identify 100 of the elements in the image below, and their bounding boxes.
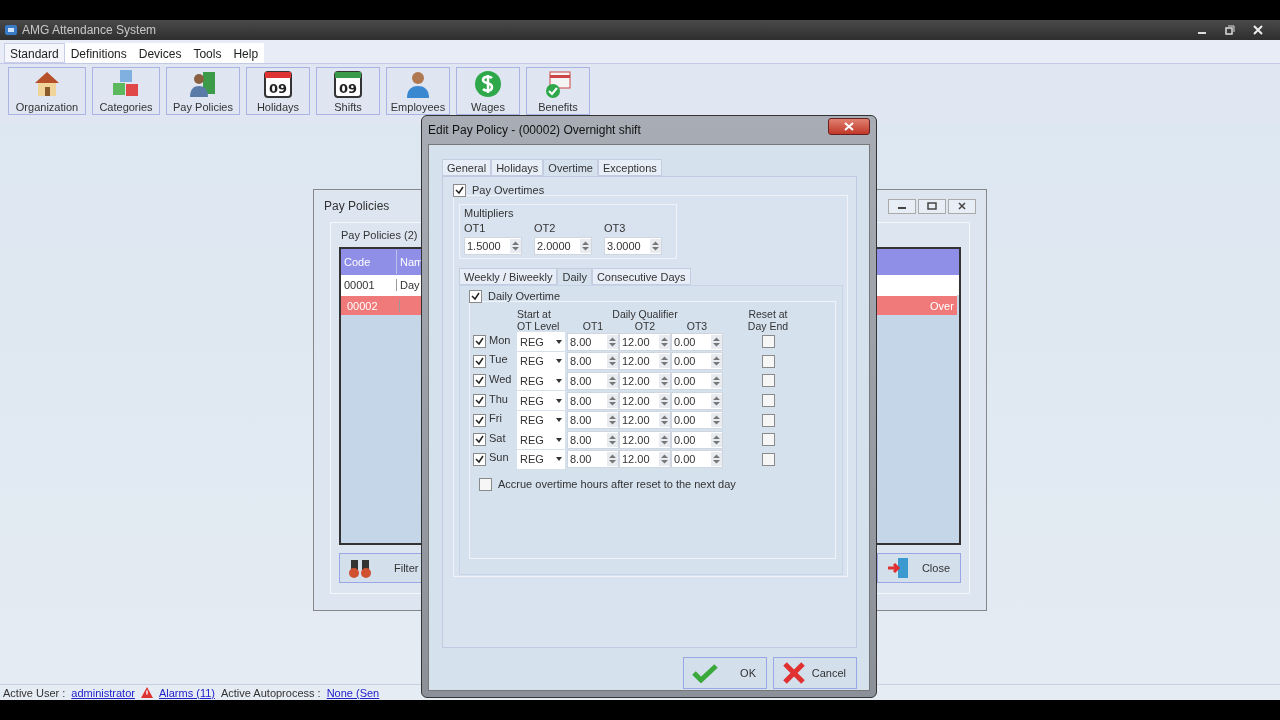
spin-arrows-icon[interactable] — [711, 334, 722, 349]
toolbar-button[interactable]: Organization — [8, 67, 86, 115]
checkbox[interactable] — [453, 183, 466, 197]
spin-field[interactable]: 0.00 — [671, 391, 723, 410]
spin-field[interactable]: 1.5000 — [464, 237, 522, 255]
spin-field[interactable]: 0.00 — [671, 352, 723, 371]
tab[interactable]: Consecutive Days — [591, 268, 691, 285]
menu-tab[interactable]: Help — [227, 43, 265, 63]
dropdown-field[interactable]: REG — [517, 410, 565, 430]
spin-field[interactable]: 8.00 — [567, 352, 619, 371]
checkbox[interactable] — [473, 354, 486, 368]
spin-arrows-icon[interactable] — [607, 413, 618, 428]
dropdown-field[interactable]: REG — [517, 351, 565, 371]
spin-field[interactable]: 8.00 — [567, 332, 619, 351]
close-button[interactable] — [948, 198, 976, 214]
spin-field[interactable]: 8.00 — [567, 450, 619, 469]
menu-tab[interactable]: Tools — [187, 43, 228, 63]
checkbox[interactable] — [761, 335, 775, 349]
spin-arrows-icon[interactable] — [607, 452, 618, 467]
toolbar-button[interactable]: 09 Holidays — [246, 67, 310, 115]
spin-field[interactable]: 3.0000 — [604, 237, 662, 255]
close-button[interactable]: Close — [877, 553, 961, 583]
close-button[interactable] — [828, 118, 870, 135]
tab[interactable]: Daily — [557, 268, 592, 285]
spin-arrows-icon[interactable] — [607, 334, 618, 349]
cancel-button[interactable]: Cancel — [773, 657, 857, 689]
spin-field[interactable]: 12.00 — [619, 352, 671, 371]
checkbox[interactable] — [473, 374, 486, 388]
toolbar-button[interactable]: Employees — [386, 67, 450, 115]
spin-arrows-icon[interactable] — [659, 413, 670, 428]
checkbox[interactable] — [761, 394, 775, 408]
menu-tab[interactable]: Devices — [132, 43, 188, 63]
spin-field[interactable]: 0.00 — [671, 411, 723, 430]
spin-field[interactable]: 8.00 — [567, 411, 619, 430]
checkbox[interactable] — [473, 452, 486, 466]
spin-arrows-icon[interactable] — [659, 374, 670, 388]
dropdown-field[interactable]: REG — [517, 332, 565, 352]
checkbox[interactable] — [761, 374, 775, 388]
spin-arrows-icon[interactable] — [659, 393, 670, 408]
checkbox[interactable] — [473, 335, 486, 349]
dropdown-field[interactable]: REG — [517, 391, 565, 411]
toolbar-button[interactable]: 09 Shifts — [316, 67, 380, 115]
spin-arrows-icon[interactable] — [711, 354, 722, 369]
spin-field[interactable]: 8.00 — [567, 372, 619, 390]
spin-field[interactable]: 12.00 — [619, 450, 671, 469]
spin-field[interactable]: 2.0000 — [534, 237, 592, 255]
spin-field[interactable]: 12.00 — [619, 332, 671, 351]
spin-arrows-icon[interactable] — [659, 432, 670, 447]
checkbox[interactable] — [761, 413, 775, 427]
checkbox[interactable] — [473, 413, 486, 427]
spin-arrows-icon[interactable] — [711, 393, 722, 408]
spin-field[interactable]: 12.00 — [619, 372, 671, 390]
spin-arrows-icon[interactable] — [650, 239, 661, 253]
spin-arrows-icon[interactable] — [607, 432, 618, 447]
tab[interactable]: Overtime — [543, 159, 598, 176]
spin-arrows-icon[interactable] — [711, 374, 722, 388]
spin-field[interactable]: 0.00 — [671, 450, 723, 469]
dropdown-field[interactable]: REG — [517, 449, 565, 469]
maximize-button[interactable] — [918, 198, 946, 214]
spin-arrows-icon[interactable] — [659, 334, 670, 349]
restore-icon[interactable] — [1224, 24, 1236, 36]
spin-field[interactable]: 12.00 — [619, 430, 671, 449]
toolbar-button[interactable]: Pay Policies — [166, 67, 240, 115]
checkbox[interactable] — [469, 289, 482, 303]
checkbox[interactable] — [761, 433, 775, 447]
spin-arrows-icon[interactable] — [580, 239, 591, 253]
user-link[interactable]: administrator — [71, 686, 135, 699]
menu-tab[interactable]: Definitions — [64, 43, 133, 63]
tab[interactable]: General — [442, 159, 492, 176]
checkbox[interactable] — [761, 354, 775, 368]
minimize-button[interactable] — [888, 198, 916, 214]
toolbar-button[interactable]: Benefits — [526, 67, 590, 115]
menu-tab[interactable]: Standard — [4, 43, 65, 63]
spin-field[interactable]: 12.00 — [619, 391, 671, 410]
tab[interactable]: Holidays — [491, 159, 544, 176]
dropdown-field[interactable]: REG — [517, 430, 565, 450]
autoprocess-link[interactable]: None (Sen — [326, 686, 380, 699]
spin-arrows-icon[interactable] — [510, 239, 521, 253]
spin-arrows-icon[interactable] — [711, 413, 722, 428]
toolbar-button[interactable]: Categories — [92, 67, 160, 115]
close-icon[interactable] — [1252, 24, 1264, 36]
checkbox[interactable] — [479, 477, 492, 491]
spin-field[interactable]: 0.00 — [671, 372, 723, 390]
spin-arrows-icon[interactable] — [711, 432, 722, 447]
spin-arrows-icon[interactable] — [711, 452, 722, 467]
spin-arrows-icon[interactable] — [607, 354, 618, 369]
toolbar-button[interactable]: Wages — [456, 67, 520, 115]
spin-arrows-icon[interactable] — [659, 452, 670, 467]
tab[interactable]: Weekly / Biweekly — [459, 268, 558, 285]
spin-field[interactable]: 8.00 — [567, 430, 619, 449]
spin-field[interactable]: 8.00 — [567, 391, 619, 410]
spin-field[interactable]: 0.00 — [671, 332, 723, 351]
spin-arrows-icon[interactable] — [607, 374, 618, 388]
alarms-link[interactable]: Alarms (11) — [158, 686, 215, 699]
checkbox[interactable] — [473, 433, 486, 447]
ok-button[interactable]: OK — [683, 657, 767, 689]
spin-arrows-icon[interactable] — [607, 393, 618, 408]
checkbox[interactable] — [473, 394, 486, 408]
tab[interactable]: Exceptions — [597, 159, 662, 176]
spin-field[interactable]: 0.00 — [671, 430, 723, 449]
